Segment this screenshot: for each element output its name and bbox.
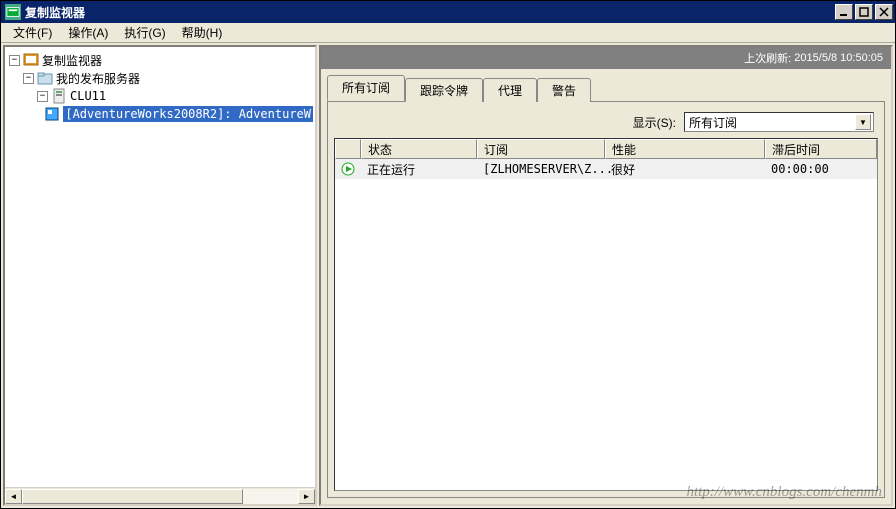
grid-header-icon[interactable] xyxy=(335,139,361,159)
tab-agents[interactable]: 代理 xyxy=(483,78,537,102)
grid-header-performance[interactable]: 性能 xyxy=(605,139,765,159)
tree-server[interactable]: − CLU11 xyxy=(7,87,313,105)
menu-file[interactable]: 文件(F) xyxy=(5,22,60,43)
table-row[interactable]: 正在运行 [ZLHOMESERVER\Z... 很好 00:00:00 xyxy=(335,159,877,179)
last-refresh-label: 上次刷新: xyxy=(744,50,791,66)
grid-header-status[interactable]: 状态 xyxy=(361,139,477,159)
folder-icon xyxy=(37,70,53,86)
tree-toggle[interactable]: − xyxy=(23,73,34,84)
filter-combo[interactable]: 所有订阅 ▼ xyxy=(684,112,874,132)
horizontal-scrollbar[interactable]: ◄ ► xyxy=(5,487,315,504)
last-refresh-value: 2015/5/8 10:50:05 xyxy=(794,52,883,64)
tree-publication[interactable]: [AdventureWorks2008R2]: AdventureW xyxy=(7,105,313,123)
filter-label: 显示(S): xyxy=(633,114,676,131)
cell-status: 正在运行 xyxy=(361,159,477,179)
close-button[interactable] xyxy=(875,4,893,20)
header-strip: 上次刷新: 2015/5/8 10:50:05 xyxy=(321,47,891,69)
dropdown-icon[interactable]: ▼ xyxy=(855,114,871,130)
menu-execute[interactable]: 执行(G) xyxy=(116,22,173,43)
tree-toggle[interactable]: − xyxy=(9,55,20,66)
maximize-button[interactable] xyxy=(855,4,873,20)
menu-help[interactable]: 帮助(H) xyxy=(174,22,231,43)
publication-icon xyxy=(44,106,60,122)
cell-performance: 很好 xyxy=(605,159,765,179)
cell-subscription: [ZLHOMESERVER\Z... xyxy=(477,159,605,179)
tab-tracer-tokens[interactable]: 跟踪令牌 xyxy=(405,78,483,102)
monitor-icon xyxy=(23,52,39,68)
scroll-left-button[interactable]: ◄ xyxy=(5,489,22,504)
tree-pane: − 复制监视器 − 我的发布服务器 − CLU11 xyxy=(3,45,317,506)
tab-all-subscriptions[interactable]: 所有订阅 xyxy=(327,75,405,101)
window-title: 复制监视器 xyxy=(25,4,835,21)
running-icon xyxy=(341,161,355,177)
cell-latency: 00:00:00 xyxy=(765,159,877,179)
minimize-button[interactable] xyxy=(835,4,853,20)
subscriptions-grid: 状态 订阅 性能 滞后时间 正在运行 [ZLHOMESERVER\Z... 很好… xyxy=(334,138,878,491)
filter-selected: 所有订阅 xyxy=(689,114,855,131)
scroll-right-button[interactable]: ► xyxy=(298,489,315,504)
scroll-thumb[interactable] xyxy=(22,489,243,504)
menu-action[interactable]: 操作(A) xyxy=(60,22,116,43)
tab-warnings[interactable]: 警告 xyxy=(537,78,591,102)
app-icon xyxy=(5,4,21,20)
detail-pane: 上次刷新: 2015/5/8 10:50:05 所有订阅 跟踪令牌 代理 警告 … xyxy=(319,45,893,506)
grid-header-latency[interactable]: 滞后时间 xyxy=(765,139,877,159)
tab-strip: 所有订阅 跟踪令牌 代理 警告 xyxy=(321,69,891,101)
grid-header-subscription[interactable]: 订阅 xyxy=(477,139,605,159)
server-icon xyxy=(51,88,67,104)
tree-toggle[interactable]: − xyxy=(37,91,48,102)
tree-publishers[interactable]: − 我的发布服务器 xyxy=(7,69,313,87)
tree-root[interactable]: − 复制监视器 xyxy=(7,51,313,69)
menu-bar: 文件(F) 操作(A) 执行(G) 帮助(H) xyxy=(1,23,895,43)
